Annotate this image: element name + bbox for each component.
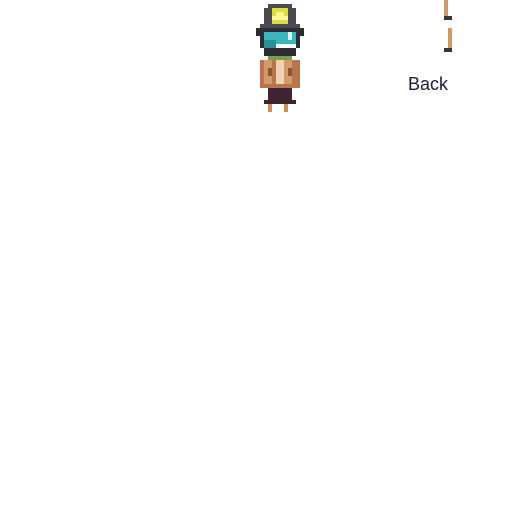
- player-character: [256, 4, 304, 112]
- back-button[interactable]: Back: [408, 73, 448, 95]
- game-scene: Back: [0, 0, 512, 512]
- wooden-post-prop: [440, 0, 456, 56]
